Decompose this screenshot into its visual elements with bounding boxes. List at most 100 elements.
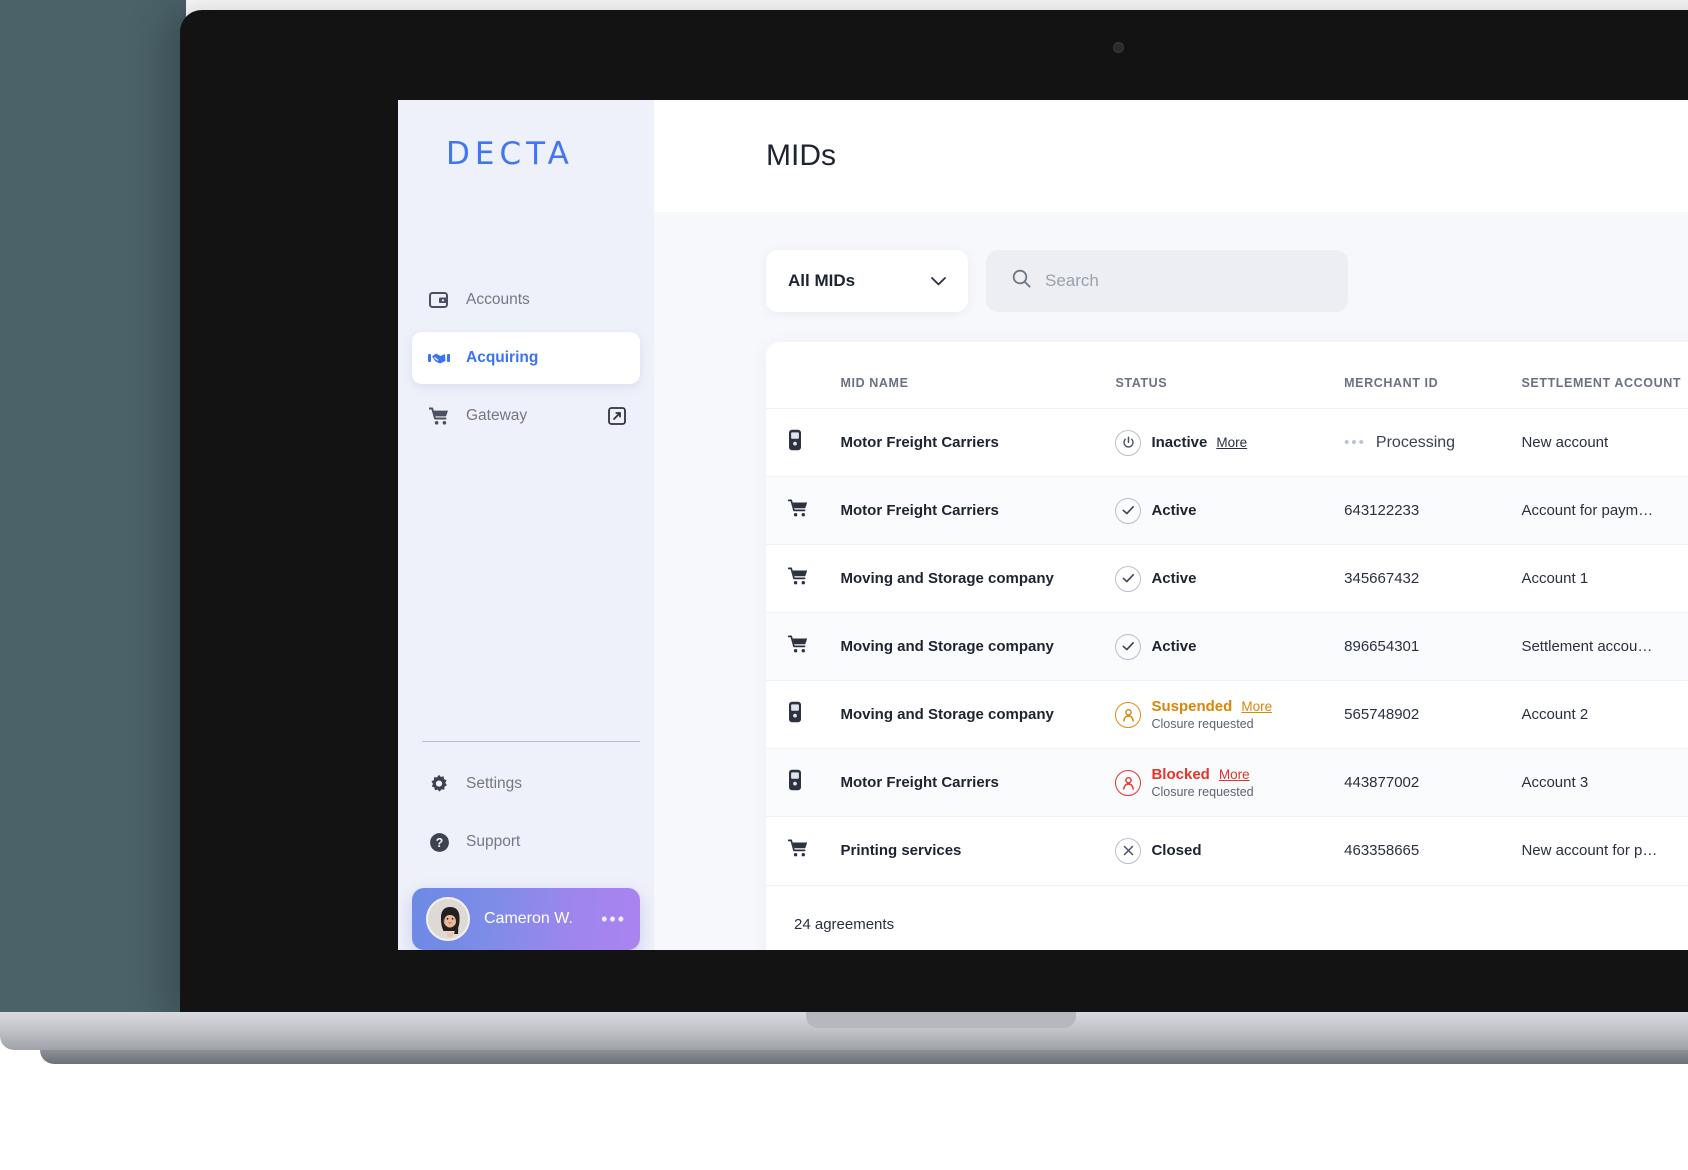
merchant-id-value: 443877002 bbox=[1344, 773, 1420, 791]
table-row[interactable]: Moving and Storage company Active 345667… bbox=[766, 544, 1688, 613]
cell-settlement-account: Account 2 bbox=[1521, 680, 1688, 749]
col-mid-name: MID NAME bbox=[840, 376, 909, 390]
topbar: MIDs bbox=[654, 100, 1688, 212]
gear-icon bbox=[428, 773, 450, 795]
cell-settlement-account: Account 3 bbox=[1521, 748, 1688, 817]
user-profile-card[interactable]: Cameron W. ••• bbox=[412, 888, 640, 950]
sidebar: DECTA Accounts Acquiring Gateway Setting… bbox=[398, 100, 654, 950]
sidebar-item-accounts[interactable]: Accounts bbox=[412, 274, 640, 326]
col-status: STATUS bbox=[1115, 376, 1168, 390]
content: All MIDs Search MID NAME STATUS MERCHANT… bbox=[654, 212, 1688, 950]
person-icon bbox=[1115, 701, 1142, 728]
cell-mid-name: Moving and Storage company bbox=[840, 612, 1116, 681]
status-more-link[interactable]: More bbox=[1219, 767, 1250, 782]
cart-icon bbox=[787, 839, 809, 862]
cell-status: Active bbox=[1115, 476, 1345, 545]
laptop-foot bbox=[40, 1050, 1688, 1064]
cell-merchant-id: 463358665 bbox=[1344, 816, 1522, 885]
table-header-row: MID NAME STATUS MERCHANT ID SETTLEMENT A… bbox=[766, 342, 1688, 409]
status-label: Suspended bbox=[1151, 698, 1233, 715]
table-row[interactable]: Moving and Storage company Suspended Mor… bbox=[766, 680, 1688, 749]
cart-icon bbox=[787, 499, 809, 522]
status-label: Closed bbox=[1151, 842, 1202, 860]
cell-settlement-account: Account for paym… bbox=[1521, 476, 1688, 545]
main-area: MIDs All MIDs Search MID NAME STATUS MER… bbox=[654, 100, 1688, 950]
help-icon: ? bbox=[428, 831, 450, 853]
avatar bbox=[426, 897, 470, 941]
cell-mid-name: Motor Freight Carriers bbox=[840, 748, 1116, 817]
mids-table: MID NAME STATUS MERCHANT ID SETTLEMENT A… bbox=[766, 342, 1688, 885]
table-row[interactable]: Motor Freight Carriers Active 643122233 … bbox=[766, 476, 1688, 545]
cell-merchant-id: 896654301 bbox=[1344, 612, 1522, 681]
sidebar-item-acquiring[interactable]: Acquiring bbox=[412, 332, 640, 384]
cell-status: Active bbox=[1115, 544, 1345, 613]
search-icon bbox=[1012, 269, 1031, 293]
cell-type-icon bbox=[766, 476, 841, 545]
secondary-nav: Settings ? Support bbox=[398, 742, 654, 874]
table-footer: 24 agreements 1 - 10 of 24 |‹ ‹ › ›| bbox=[766, 884, 1688, 950]
cell-type-icon bbox=[766, 680, 841, 749]
brand-logo[interactable]: DECTA bbox=[398, 100, 654, 212]
table-row[interactable]: Printing services Closed 463358665 New a… bbox=[766, 816, 1688, 885]
user-menu-icon[interactable]: ••• bbox=[601, 909, 626, 930]
table-row[interactable]: Motor Freight Carriers Inactive More •••… bbox=[766, 408, 1688, 477]
mid-filter-select[interactable]: All MIDs bbox=[766, 250, 968, 312]
cell-merchant-id: 565748902 bbox=[1344, 680, 1522, 749]
search-input[interactable] bbox=[1045, 271, 1322, 291]
check-icon bbox=[1115, 497, 1142, 524]
status-label: Inactive bbox=[1151, 434, 1208, 451]
cell-status: Suspended More Closure requested bbox=[1115, 680, 1345, 749]
mid-filter-value: All MIDs bbox=[788, 271, 856, 290]
cell-mid-name: Printing services bbox=[840, 816, 1116, 885]
person-icon bbox=[1115, 769, 1142, 796]
status-label: Active bbox=[1151, 570, 1197, 587]
user-name: Cameron W. bbox=[484, 910, 573, 927]
cart-icon bbox=[787, 567, 809, 590]
sidebar-item-gateway[interactable]: Gateway bbox=[412, 390, 640, 442]
page-title: MIDs bbox=[766, 139, 836, 172]
cell-mid-name: Moving and Storage company bbox=[840, 680, 1116, 749]
terminal-icon bbox=[788, 429, 802, 455]
table-row[interactable]: Moving and Storage company Active 896654… bbox=[766, 612, 1688, 681]
power-icon bbox=[1115, 429, 1142, 456]
status-more-link[interactable]: More bbox=[1216, 435, 1247, 450]
merchant-id-value: 896654301 bbox=[1344, 637, 1420, 655]
agreements-count: 24 agreements bbox=[794, 915, 895, 933]
status-more-link[interactable]: More bbox=[1241, 699, 1272, 714]
cell-type-icon bbox=[766, 612, 841, 681]
sidebar-item-settings[interactable]: Settings bbox=[412, 758, 640, 810]
handshake-icon bbox=[428, 347, 450, 369]
external-link-icon[interactable] bbox=[608, 407, 626, 425]
loading-dots-icon: ••• bbox=[1344, 434, 1366, 451]
merchant-id-value: 345667432 bbox=[1344, 569, 1420, 587]
wallet-icon bbox=[428, 289, 450, 311]
toolbar: All MIDs Search bbox=[766, 250, 1688, 312]
col-settlement-account: SETTLEMENT ACCOUNT bbox=[1521, 376, 1682, 390]
cell-type-icon bbox=[766, 748, 841, 817]
processing-label: Processing bbox=[1375, 433, 1456, 451]
status-subnote: Closure requested bbox=[1151, 785, 1254, 799]
merchant-id-value: 565748902 bbox=[1344, 705, 1420, 723]
sidebar-item-support[interactable]: ? Support bbox=[412, 816, 640, 868]
status-label: Blocked bbox=[1151, 766, 1210, 783]
x-icon bbox=[1115, 837, 1142, 864]
laptop-frame: DECTA Accounts Acquiring Gateway Setting… bbox=[180, 10, 1688, 1020]
table-head: MID NAME STATUS MERCHANT ID SETTLEMENT A… bbox=[766, 342, 1688, 409]
cell-mid-name: Motor Freight Carriers bbox=[840, 476, 1116, 545]
status-subnote: Closure requested bbox=[1151, 717, 1254, 731]
cell-settlement-account: Settlement accou… bbox=[1521, 612, 1688, 681]
cell-merchant-id: 643122233 bbox=[1344, 476, 1522, 545]
laptop-notch bbox=[806, 1012, 1076, 1028]
primary-nav: Accounts Acquiring Gateway bbox=[398, 212, 654, 448]
cell-merchant-id: ••• Processing bbox=[1344, 408, 1522, 477]
sidebar-item-label: Support bbox=[466, 833, 521, 850]
merchant-id-value: 643122233 bbox=[1344, 501, 1420, 519]
cell-status: Inactive More bbox=[1115, 408, 1345, 477]
sidebar-item-label: Settings bbox=[466, 775, 523, 792]
check-icon bbox=[1115, 565, 1142, 592]
svg-text:?: ? bbox=[435, 836, 443, 850]
search-box[interactable] bbox=[986, 250, 1348, 312]
table-row[interactable]: Motor Freight Carriers Blocked More Clos… bbox=[766, 748, 1688, 817]
sidebar-item-label: Gateway bbox=[466, 407, 528, 424]
